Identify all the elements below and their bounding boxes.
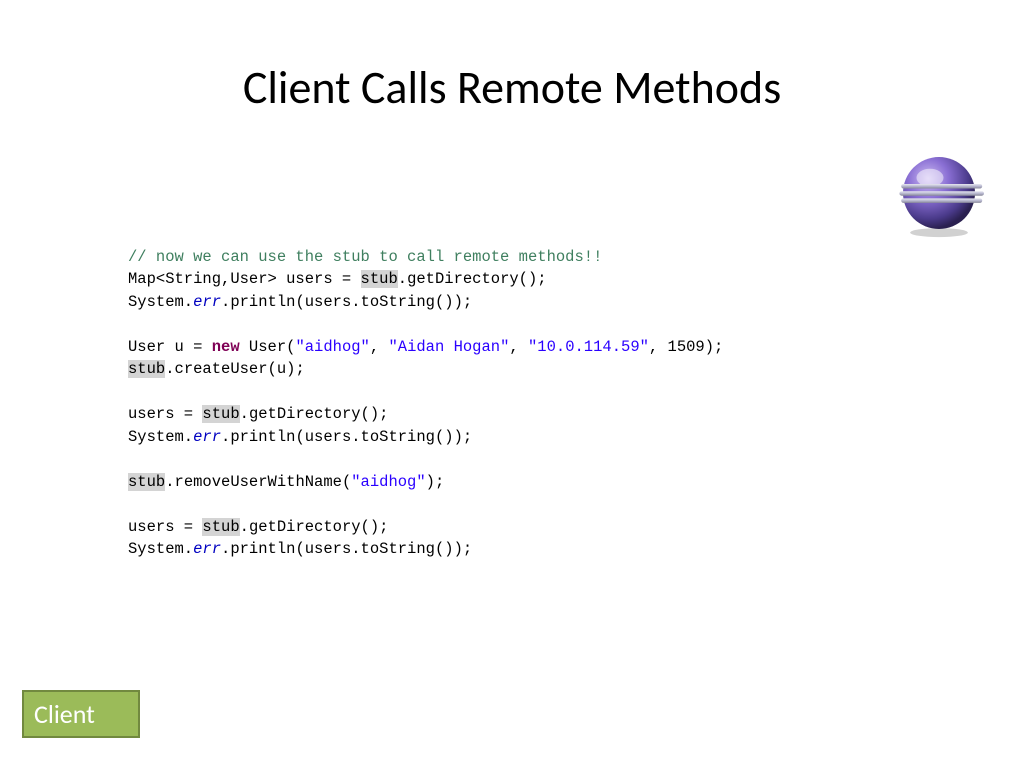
code-text: .println(users.toString()); bbox=[221, 428, 472, 446]
code-text: users = bbox=[128, 518, 202, 536]
code-text: users = bbox=[128, 405, 202, 423]
code-text: .getDirectory(); bbox=[240, 518, 389, 536]
code-text: .removeUserWithName( bbox=[165, 473, 351, 491]
code-stub: stub bbox=[128, 360, 165, 378]
eclipse-logo-icon bbox=[894, 148, 984, 238]
code-string: "Aidan Hogan" bbox=[388, 338, 509, 356]
code-field: err bbox=[193, 293, 221, 311]
code-text: ); bbox=[426, 473, 445, 491]
code-text: .createUser(u); bbox=[165, 360, 305, 378]
code-text: .getDirectory(); bbox=[240, 405, 389, 423]
code-comment: // now we can use the stub to call remot… bbox=[128, 248, 602, 266]
client-badge: Client bbox=[22, 690, 140, 738]
code-field: err bbox=[193, 540, 221, 558]
code-text: System. bbox=[128, 428, 193, 446]
code-field: err bbox=[193, 428, 221, 446]
slide-title: Client Calls Remote Methods bbox=[0, 60, 1024, 116]
code-text: , bbox=[370, 338, 389, 356]
code-keyword: new bbox=[212, 338, 240, 356]
code-text: , bbox=[649, 338, 668, 356]
code-number: 1509 bbox=[668, 338, 705, 356]
code-stub: stub bbox=[361, 270, 398, 288]
code-text: User( bbox=[240, 338, 296, 356]
code-string: "aidhog" bbox=[351, 473, 425, 491]
code-text: .getDirectory(); bbox=[398, 270, 547, 288]
code-text: System. bbox=[128, 540, 193, 558]
code-stub: stub bbox=[128, 473, 165, 491]
code-string: "10.0.114.59" bbox=[528, 338, 649, 356]
code-text: Map<String,User> users = bbox=[128, 270, 361, 288]
code-string: "aidhog" bbox=[295, 338, 369, 356]
code-text: User u = bbox=[128, 338, 212, 356]
code-stub: stub bbox=[202, 518, 239, 536]
code-text: System. bbox=[128, 293, 193, 311]
code-block: // now we can use the stub to call remot… bbox=[128, 246, 723, 561]
code-stub: stub bbox=[202, 405, 239, 423]
code-text: .println(users.toString()); bbox=[221, 293, 472, 311]
code-text: .println(users.toString()); bbox=[221, 540, 472, 558]
code-text: , bbox=[509, 338, 528, 356]
code-text: ); bbox=[705, 338, 724, 356]
